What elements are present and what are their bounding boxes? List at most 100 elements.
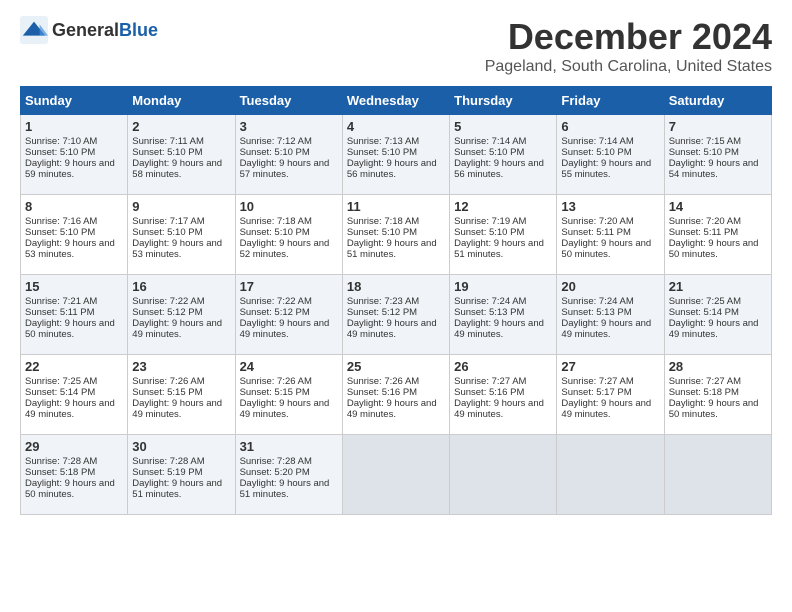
daylight-text: Daylight: 9 hours and 49 minutes. xyxy=(561,398,659,420)
sunset-text: Sunset: 5:15 PM xyxy=(132,387,230,398)
calendar-cell: 22Sunrise: 7:25 AMSunset: 5:14 PMDayligh… xyxy=(21,355,128,435)
sunset-text: Sunset: 5:15 PM xyxy=(240,387,338,398)
sunrise-text: Sunrise: 7:26 AM xyxy=(132,376,230,387)
calendar-cell: 16Sunrise: 7:22 AMSunset: 5:12 PMDayligh… xyxy=(128,275,235,355)
daylight-text: Daylight: 9 hours and 49 minutes. xyxy=(669,318,767,340)
calendar-cell: 10Sunrise: 7:18 AMSunset: 5:10 PMDayligh… xyxy=(235,195,342,275)
sunrise-text: Sunrise: 7:18 AM xyxy=(347,216,445,227)
calendar-cell: 15Sunrise: 7:21 AMSunset: 5:11 PMDayligh… xyxy=(21,275,128,355)
calendar-cell: 12Sunrise: 7:19 AMSunset: 5:10 PMDayligh… xyxy=(450,195,557,275)
logo: GeneralBlue xyxy=(20,16,158,44)
calendar-cell: 24 Sunrise: 7:26 AMSunset: 5:15 PMDayligh… xyxy=(235,355,342,435)
calendar-cell: 28 Sunrise: 7:27 AMSunset: 5:18 PMDayligh… xyxy=(664,355,771,435)
sunset-text: Sunset: 5:10 PM xyxy=(669,147,767,158)
sunrise-text: Sunrise: 7:16 AM xyxy=(25,216,123,227)
calendar-cell: 8Sunrise: 7:16 AMSunset: 5:10 PMDaylight… xyxy=(21,195,128,275)
sunrise-text: Sunrise: 7:12 AM xyxy=(240,136,338,147)
day-number: 18 xyxy=(347,279,445,294)
logo-icon xyxy=(20,16,48,44)
sunrise-text: Sunrise: 7:22 AM xyxy=(240,296,338,307)
sunset-text: Sunset: 5:10 PM xyxy=(454,147,552,158)
daylight-text: Daylight: 9 hours and 51 minutes. xyxy=(347,238,445,260)
calendar-cell: 14 Sunrise: 7:20 AMSunset: 5:11 PMDayligh… xyxy=(664,195,771,275)
sunrise-text: Sunrise: 7:26 AM xyxy=(240,376,338,387)
sunset-text: Sunset: 5:18 PM xyxy=(25,467,123,478)
daylight-text: Daylight: 9 hours and 50 minutes. xyxy=(669,238,767,260)
daylight-text: Daylight: 9 hours and 49 minutes. xyxy=(132,398,230,420)
calendar-week-3: 22Sunrise: 7:25 AMSunset: 5:14 PMDayligh… xyxy=(21,355,772,435)
day-number: 20 xyxy=(561,279,659,294)
daylight-text: Daylight: 9 hours and 58 minutes. xyxy=(132,158,230,180)
calendar-cell: 9Sunrise: 7:17 AMSunset: 5:10 PMDaylight… xyxy=(128,195,235,275)
day-number: 13 xyxy=(561,199,659,214)
daylight-text: Daylight: 9 hours and 49 minutes. xyxy=(454,398,552,420)
daylight-text: Daylight: 9 hours and 51 minutes. xyxy=(454,238,552,260)
sunset-text: Sunset: 5:11 PM xyxy=(669,227,767,238)
day-number: 3 xyxy=(240,119,338,134)
day-number: 27 xyxy=(561,359,659,374)
sunrise-text: Sunrise: 7:20 AM xyxy=(561,216,659,227)
sunrise-text: Sunrise: 7:26 AM xyxy=(347,376,445,387)
sunrise-text: Sunrise: 7:27 AM xyxy=(669,376,767,387)
sunset-text: Sunset: 5:10 PM xyxy=(561,147,659,158)
sunset-text: Sunset: 5:14 PM xyxy=(25,387,123,398)
calendar-cell: 6Sunrise: 7:14 AMSunset: 5:10 PMDaylight… xyxy=(557,115,664,195)
sunset-text: Sunset: 5:13 PM xyxy=(454,307,552,318)
sunset-text: Sunset: 5:18 PM xyxy=(669,387,767,398)
location-title: Pageland, South Carolina, United States xyxy=(485,58,772,76)
day-number: 26 xyxy=(454,359,552,374)
sunset-text: Sunset: 5:16 PM xyxy=(454,387,552,398)
header-monday: Monday xyxy=(128,87,235,115)
calendar-cell: 5Sunrise: 7:14 AMSunset: 5:10 PMDaylight… xyxy=(450,115,557,195)
day-number: 15 xyxy=(25,279,123,294)
sunrise-text: Sunrise: 7:11 AM xyxy=(132,136,230,147)
daylight-text: Daylight: 9 hours and 57 minutes. xyxy=(240,158,338,180)
header-friday: Friday xyxy=(557,87,664,115)
day-number: 24 xyxy=(240,359,338,374)
daylight-text: Daylight: 9 hours and 51 minutes. xyxy=(132,478,230,500)
sunset-text: Sunset: 5:12 PM xyxy=(240,307,338,318)
sunrise-text: Sunrise: 7:17 AM xyxy=(132,216,230,227)
calendar-cell: 29Sunrise: 7:28 AMSunset: 5:18 PMDayligh… xyxy=(21,435,128,515)
day-number: 14 xyxy=(669,199,767,214)
daylight-text: Daylight: 9 hours and 59 minutes. xyxy=(25,158,123,180)
sunset-text: Sunset: 5:17 PM xyxy=(561,387,659,398)
calendar-week-0: 1Sunrise: 7:10 AMSunset: 5:10 PMDaylight… xyxy=(21,115,772,195)
calendar-cell xyxy=(342,435,449,515)
daylight-text: Daylight: 9 hours and 49 minutes. xyxy=(132,318,230,340)
sunset-text: Sunset: 5:10 PM xyxy=(347,227,445,238)
calendar-cell: 17Sunrise: 7:22 AMSunset: 5:12 PMDayligh… xyxy=(235,275,342,355)
day-number: 22 xyxy=(25,359,123,374)
daylight-text: Daylight: 9 hours and 53 minutes. xyxy=(132,238,230,260)
calendar-cell: 18Sunrise: 7:23 AMSunset: 5:12 PMDayligh… xyxy=(342,275,449,355)
calendar-cell: 7Sunrise: 7:15 AMSunset: 5:10 PMDaylight… xyxy=(664,115,771,195)
daylight-text: Daylight: 9 hours and 51 minutes. xyxy=(240,478,338,500)
sunset-text: Sunset: 5:12 PM xyxy=(132,307,230,318)
day-number: 7 xyxy=(669,119,767,134)
calendar-cell xyxy=(557,435,664,515)
daylight-text: Daylight: 9 hours and 55 minutes. xyxy=(561,158,659,180)
sunset-text: Sunset: 5:14 PM xyxy=(669,307,767,318)
daylight-text: Daylight: 9 hours and 50 minutes. xyxy=(561,238,659,260)
calendar-cell: 26Sunrise: 7:27 AMSunset: 5:16 PMDayligh… xyxy=(450,355,557,435)
sunrise-text: Sunrise: 7:24 AM xyxy=(561,296,659,307)
sunrise-text: Sunrise: 7:23 AM xyxy=(347,296,445,307)
sunset-text: Sunset: 5:16 PM xyxy=(347,387,445,398)
daylight-text: Daylight: 9 hours and 56 minutes. xyxy=(347,158,445,180)
calendar-cell: 25Sunrise: 7:26 AMSunset: 5:16 PMDayligh… xyxy=(342,355,449,435)
day-number: 5 xyxy=(454,119,552,134)
day-number: 28 xyxy=(669,359,767,374)
daylight-text: Daylight: 9 hours and 49 minutes. xyxy=(240,398,338,420)
day-number: 6 xyxy=(561,119,659,134)
day-number: 25 xyxy=(347,359,445,374)
day-number: 21 xyxy=(669,279,767,294)
daylight-text: Daylight: 9 hours and 50 minutes. xyxy=(669,398,767,420)
calendar-cell: 13Sunrise: 7:20 AMSunset: 5:11 PMDayligh… xyxy=(557,195,664,275)
sunset-text: Sunset: 5:10 PM xyxy=(240,147,338,158)
sunrise-text: Sunrise: 7:20 AM xyxy=(669,216,767,227)
header: GeneralBlue December 2024 Pageland, Sout… xyxy=(20,16,772,76)
logo-text: GeneralBlue xyxy=(52,20,158,41)
daylight-text: Daylight: 9 hours and 54 minutes. xyxy=(669,158,767,180)
calendar-cell: 20Sunrise: 7:24 AMSunset: 5:13 PMDayligh… xyxy=(557,275,664,355)
header-sunday: Sunday xyxy=(21,87,128,115)
